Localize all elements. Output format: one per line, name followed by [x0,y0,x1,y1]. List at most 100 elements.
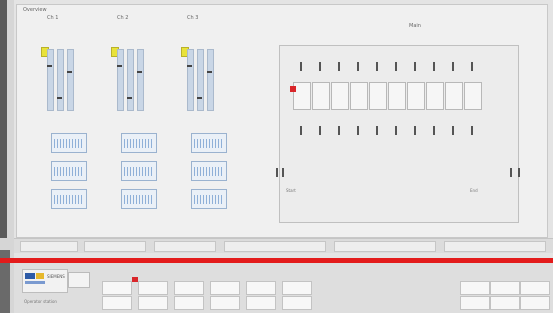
cell[interactable] [312,82,330,110]
connector-tick [376,62,378,71]
signal-box[interactable] [191,189,227,209]
bottom-toolbar: SIEMENS Operator station [14,263,553,313]
toolbar-button[interactable] [282,281,312,295]
toolbar-button[interactable] [490,281,520,295]
toolbar-button[interactable] [460,296,490,310]
status-bar [14,238,553,253]
connector-tick [471,126,473,135]
level-bar [47,49,54,111]
signal-box[interactable] [191,161,227,181]
level-bar [117,49,124,111]
toolbar-button[interactable] [282,296,312,310]
group-label: Ch 3 [187,15,199,21]
level-marker [137,71,142,73]
group-label: Ch 1 [47,15,59,21]
level-marker [47,65,52,67]
left-sidebar [0,0,14,313]
toolbar-button[interactable] [102,296,132,310]
toolbar-button[interactable] [102,281,132,295]
status-field [334,241,436,252]
main-panel [279,45,519,223]
signal-box[interactable] [191,133,227,153]
toolbar-button[interactable] [520,281,550,295]
level-marker [117,65,122,67]
cell[interactable] [369,82,387,110]
toolbar-button[interactable] [138,281,168,295]
frame-title: Overview [23,7,47,13]
connector-tick [395,126,397,135]
cell[interactable] [464,82,482,110]
signal-box[interactable] [121,133,157,153]
level-marker [187,65,192,67]
level-bar [197,49,204,111]
connector-tick [300,126,302,135]
toolbar-button[interactable] [460,281,490,295]
left-end-label: Start [286,188,296,193]
connector-tick [319,62,321,71]
connector-tick [357,126,359,135]
level-bar [127,49,134,111]
panel-label: Main [409,23,421,29]
connector-tick [452,126,454,135]
alarm-badge [132,277,138,282]
company-logo: SIEMENS [22,269,68,293]
status-field [224,241,326,252]
connector-tick [414,62,416,71]
toolbar-button[interactable] [246,296,276,310]
connector-tick [357,62,359,71]
logo-text: SIEMENS [47,274,65,279]
signal-box[interactable] [121,189,157,209]
level-marker [127,97,132,99]
level-marker [207,71,212,73]
end-tick [510,168,512,177]
connector-tick [319,126,321,135]
level-bar [67,49,74,111]
overview-frame: Overview Ch 1 Ch 2 Ch 3 Main [16,4,548,238]
toolbar-button[interactable] [246,281,276,295]
toolbar-button[interactable] [520,296,550,310]
level-marker [57,97,62,99]
connector-tick [338,126,340,135]
connector-tick [471,62,473,71]
status-field [20,241,78,252]
status-field [154,241,216,252]
level-bar [137,49,144,111]
end-tick [276,168,278,177]
toolbar-button[interactable] [210,281,240,295]
toolbar-button[interactable] [174,296,204,310]
right-end-label: End [470,188,478,193]
connector-tick [452,62,454,71]
connector-tick [300,62,302,71]
mode-indicator[interactable] [68,272,90,288]
level-bar [207,49,214,111]
end-tick [518,168,520,177]
signal-box[interactable] [121,161,157,181]
signal-box[interactable] [51,161,87,181]
end-tick [282,168,284,177]
toolbar-button[interactable] [490,296,520,310]
connector-tick [433,62,435,71]
cell[interactable] [388,82,406,110]
connector-tick [414,126,416,135]
group-label: Ch 2 [117,15,129,21]
level-marker [67,71,72,73]
cell[interactable] [331,82,349,110]
status-field [84,241,146,252]
connector-tick [395,62,397,71]
level-bar [187,49,194,111]
level-marker [197,97,202,99]
toolbar-button[interactable] [138,296,168,310]
cell[interactable] [445,82,463,110]
toolbar-button[interactable] [174,281,204,295]
footnote: Operator station [24,299,57,304]
toolbar-button[interactable] [210,296,240,310]
connector-tick [338,62,340,71]
alarm-indicator [290,86,296,92]
cell[interactable] [350,82,368,110]
status-field [444,241,546,252]
signal-box[interactable] [51,133,87,153]
connector-tick [433,126,435,135]
cell[interactable] [426,82,444,110]
signal-box[interactable] [51,189,87,209]
cell[interactable] [407,82,425,110]
